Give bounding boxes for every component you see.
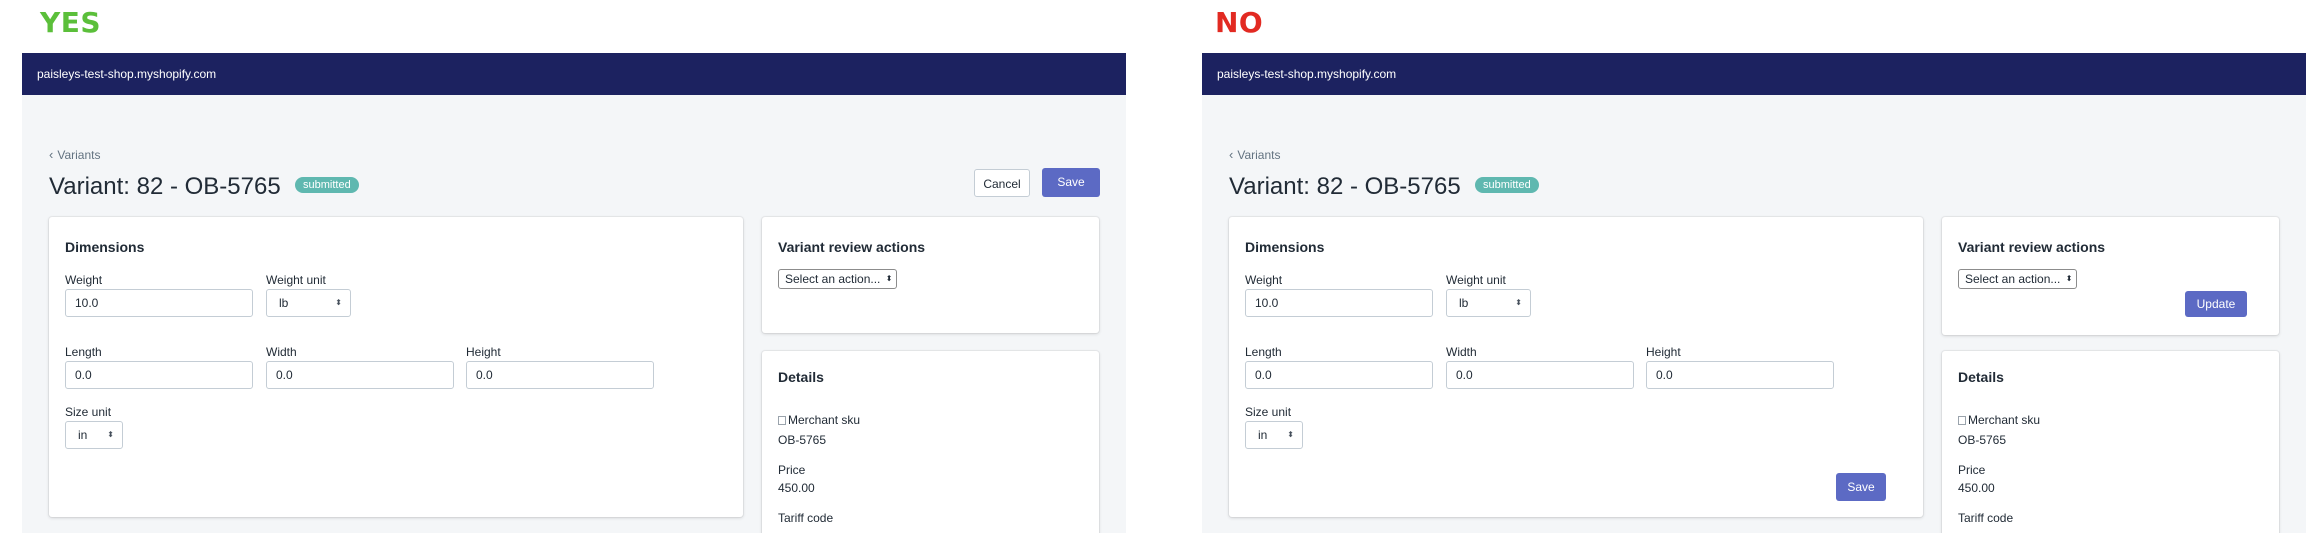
weight-unit-select[interactable]: lb ⬍	[1446, 289, 1531, 317]
length-input[interactable]	[1245, 361, 1433, 389]
weight-unit-value: lb	[279, 296, 289, 310]
height-input[interactable]	[466, 361, 654, 389]
price-label: Price	[1958, 463, 1986, 477]
height-label: Height	[466, 345, 501, 359]
merchant-sku-alt-text: Merchant sku	[1968, 413, 2041, 427]
broken-image-icon	[778, 416, 786, 425]
weight-input[interactable]	[65, 289, 253, 317]
cancel-button[interactable]: Cancel	[974, 169, 1030, 197]
width-input[interactable]	[266, 361, 454, 389]
up-down-caret-icon: ⬍	[885, 274, 893, 283]
width-label: Width	[266, 345, 297, 359]
review-actions-title: Variant review actions	[1958, 239, 2106, 255]
store-name: paisleys-test-shop.myshopify.com	[37, 67, 217, 81]
merchant-sku-image: Merchant sku	[778, 413, 860, 427]
chevron-left-icon: ‹	[1229, 147, 1234, 162]
length-label: Length	[65, 345, 102, 359]
weight-input[interactable]	[1245, 289, 1433, 317]
details-title: Details	[778, 369, 824, 385]
save-button[interactable]: Save	[1042, 168, 1100, 197]
height-input[interactable]	[1646, 361, 1834, 389]
update-button[interactable]: Update	[2185, 291, 2247, 317]
up-down-caret-icon: ⬍	[1287, 430, 1294, 439]
price-value: 450.00	[1958, 481, 1995, 495]
dimensions-card: Dimensions Weight Weight unit lb ⬍ Lengt…	[49, 217, 743, 517]
details-card: Details Merchant sku OB-5765 Price 450.0…	[1942, 351, 2279, 533]
dimensions-card: Dimensions Weight Weight unit lb ⬍ Lengt…	[1229, 217, 1923, 517]
up-down-caret-icon: ⬍	[335, 298, 342, 307]
size-unit-value: in	[78, 428, 88, 442]
status-badge: submitted	[295, 177, 359, 193]
price-value: 450.00	[778, 481, 815, 495]
size-unit-value: in	[1258, 428, 1268, 442]
no-screenshot-panel: paisleys-test-shop.myshopify.com ‹ Varian…	[1202, 53, 2306, 533]
up-down-caret-icon: ⬍	[107, 430, 114, 439]
up-down-caret-icon: ⬍	[1515, 298, 1522, 307]
review-action-select[interactable]: Select an action... ⬍	[1958, 269, 2078, 289]
size-unit-label: Size unit	[1245, 405, 1292, 419]
tariff-code-label: Tariff code	[1958, 511, 2014, 525]
size-unit-select[interactable]: in ⬍	[65, 421, 123, 449]
weight-unit-label: Weight unit	[266, 273, 326, 287]
yes-label: YES	[40, 6, 102, 39]
tariff-code-label: Tariff code	[778, 511, 834, 525]
dimensions-save-button[interactable]: Save	[1836, 473, 1886, 501]
top-bar: paisleys-test-shop.myshopify.com	[1202, 53, 2306, 95]
weight-unit-value: lb	[1459, 296, 1469, 310]
merchant-sku-alt-text: Merchant sku	[788, 413, 861, 427]
breadcrumb-back-link[interactable]: ‹ Variants	[1229, 147, 1280, 162]
size-unit-select[interactable]: in ⬍	[1245, 421, 1303, 449]
weight-unit-label: Weight unit	[1446, 273, 1506, 287]
length-label: Length	[1245, 345, 1282, 359]
chevron-left-icon: ‹	[49, 147, 54, 162]
weight-unit-select[interactable]: lb ⬍	[266, 289, 351, 317]
weight-label: Weight	[65, 273, 103, 287]
up-down-caret-icon: ⬍	[2065, 274, 2073, 283]
review-action-value: Select an action...	[1965, 272, 2061, 286]
yes-screenshot-panel: paisleys-test-shop.myshopify.com ‹ Varian…	[22, 53, 1126, 533]
review-action-select[interactable]: Select an action... ⬍	[778, 269, 898, 289]
page-title: Variant: 82 - OB-5765	[49, 173, 281, 200]
weight-label: Weight	[1245, 273, 1283, 287]
status-badge: submitted	[1475, 177, 1539, 193]
details-title: Details	[1958, 369, 2004, 385]
top-bar: paisleys-test-shop.myshopify.com	[22, 53, 1126, 95]
no-label: NO	[1215, 6, 1264, 39]
review-actions-card: Variant review actions Select an action.…	[1942, 217, 2279, 335]
breadcrumb-label: Variants	[1237, 148, 1281, 162]
review-actions-title: Variant review actions	[778, 239, 926, 255]
broken-image-icon	[1958, 416, 1966, 425]
length-input[interactable]	[65, 361, 253, 389]
breadcrumb-back-link[interactable]: ‹ Variants	[49, 147, 100, 162]
merchant-sku-image: Merchant sku	[1958, 413, 2040, 427]
store-name: paisleys-test-shop.myshopify.com	[1217, 67, 1397, 81]
width-input[interactable]	[1446, 361, 1634, 389]
dimensions-title: Dimensions	[65, 239, 145, 255]
details-card: Details Merchant sku OB-5765 Price 450.0…	[762, 351, 1099, 533]
dimensions-title: Dimensions	[1245, 239, 1325, 255]
size-unit-label: Size unit	[65, 405, 112, 419]
width-label: Width	[1446, 345, 1477, 359]
sku-value: OB-5765	[1958, 433, 2007, 447]
review-action-value: Select an action...	[785, 272, 881, 286]
height-label: Height	[1646, 345, 1681, 359]
review-actions-card: Variant review actions Select an action.…	[762, 217, 1099, 333]
breadcrumb-label: Variants	[57, 148, 101, 162]
price-label: Price	[778, 463, 806, 477]
sku-value: OB-5765	[778, 433, 827, 447]
page-title: Variant: 82 - OB-5765	[1229, 173, 1461, 200]
